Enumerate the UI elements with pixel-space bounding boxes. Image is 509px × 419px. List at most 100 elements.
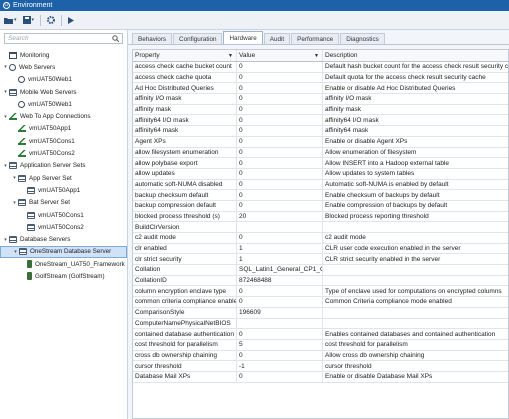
table-row[interactable]: access check cache quota 0 Default quota f… xyxy=(133,72,508,84)
table-row[interactable]: cursor threshold -1 cursor threshold xyxy=(133,361,508,372)
value-cell[interactable]: 1 xyxy=(237,254,323,265)
tree-node[interactable]: ▾ Web To App Connections xyxy=(0,110,127,122)
value-cell[interactable]: 0 xyxy=(237,190,323,200)
tree-node[interactable]: vmUAT50App1 xyxy=(0,184,127,196)
table-row[interactable]: cross db ownership chaining 0 Allow cross … xyxy=(133,350,508,362)
value-cell[interactable] xyxy=(237,318,323,329)
table-row[interactable]: ComparisonStyle 196609 xyxy=(133,307,508,319)
tab-hardware[interactable]: Hardware xyxy=(223,31,263,44)
value-cell[interactable]: 0 xyxy=(237,104,323,115)
value-cell[interactable]: 0 xyxy=(237,179,323,190)
save-menu-button[interactable]: ▾ xyxy=(22,16,34,24)
expand-toggle-icon[interactable]: ▾ xyxy=(12,249,19,255)
tree-node[interactable]: vmUAT50Cons2 xyxy=(0,221,127,233)
tree-node[interactable]: vmUAT50Web1 xyxy=(0,74,127,86)
table-row[interactable]: allow updates 0 Allow updates to system ta… xyxy=(133,168,508,180)
settings-button[interactable] xyxy=(47,16,56,24)
value-cell[interactable]: 872468488 xyxy=(237,275,323,286)
tree-node[interactable]: ▾ OneStream Database Server xyxy=(0,245,127,259)
table-row[interactable]: affinity I/O mask 0 affinity I/O mask xyxy=(133,94,508,105)
tree-node[interactable]: OneStream_UAT50_Framework xyxy=(0,258,127,270)
tab-configuration[interactable]: Configuration xyxy=(173,33,223,44)
expand-toggle-icon[interactable]: ▾ xyxy=(11,175,18,181)
value-column-header[interactable]: Value ▼ xyxy=(237,50,323,61)
value-cell[interactable]: 0 xyxy=(237,62,323,72)
value-cell[interactable]: 0 xyxy=(237,158,323,168)
table-row[interactable]: CollationSQL_Latin1_General_CP1_CI_AS xyxy=(133,265,508,276)
table-row[interactable]: ComputerNamePhysicalNetBIOS xyxy=(133,318,508,330)
filter-icon[interactable]: ▼ xyxy=(314,53,319,59)
folder-menu-button[interactable]: ▾ xyxy=(4,17,17,24)
table-row[interactable]: common criteria compliance enabled 0 Commo… xyxy=(133,297,508,308)
tree-node[interactable]: ▾ Database Servers xyxy=(0,233,127,245)
expand-toggle-icon[interactable]: ▾ xyxy=(2,237,9,243)
value-cell[interactable]: 5 xyxy=(237,339,323,350)
value-cell[interactable]: 0 xyxy=(237,136,323,147)
tree-node[interactable]: vmUAT50Cons1 xyxy=(0,135,127,147)
table-row[interactable]: affinity64 I/O mask 0 affinity64 I/O mask xyxy=(133,115,508,127)
table-row[interactable]: access check cache bucket count 0 Default … xyxy=(133,62,508,73)
table-row[interactable]: affinity mask 0 affinity mask xyxy=(133,104,508,116)
search-input[interactable]: Search xyxy=(4,33,123,44)
value-cell[interactable]: SQL_Latin1_General_CP1_CI_AS xyxy=(237,265,323,275)
value-cell[interactable]: 0 xyxy=(237,126,323,136)
tab-diagnostics[interactable]: Diagnostics xyxy=(340,33,385,44)
table-row[interactable]: allow filesystem enumeration 0 Allow enume… xyxy=(133,147,508,159)
value-cell[interactable]: 0 xyxy=(237,147,323,158)
value-cell[interactable]: 20 xyxy=(237,211,323,222)
tree-node[interactable]: GolfStream (GolfStream) xyxy=(0,270,127,282)
tree-node[interactable]: ▾ Web Servers xyxy=(0,61,127,73)
table-row[interactable]: c2 audit mode 0 c2 audit mode xyxy=(133,233,508,244)
value-cell[interactable] xyxy=(237,222,323,232)
value-cell[interactable]: 0 xyxy=(237,371,323,382)
tab-performance[interactable]: Performance xyxy=(291,33,340,44)
expand-toggle-icon[interactable]: ▾ xyxy=(2,114,9,120)
expand-toggle-icon[interactable]: ▾ xyxy=(2,163,9,169)
table-row[interactable]: backup checksum default 0 Enable checksum … xyxy=(133,190,508,201)
tab-behaviors[interactable]: Behaviors xyxy=(132,33,173,44)
table-row[interactable]: contained database authentication 0 Enable… xyxy=(133,329,508,340)
table-row[interactable]: allow polybase export 0 Allow INSERT into … xyxy=(133,158,508,169)
table-row[interactable]: Agent XPs 0 Enable or disable Agent XPs xyxy=(133,136,508,148)
expand-toggle-icon[interactable]: ▾ xyxy=(2,89,9,95)
value-cell[interactable]: 0 xyxy=(237,233,323,243)
table-row[interactable]: automatic soft-NUMA disabled 0 Automatic s… xyxy=(133,179,508,191)
value-cell[interactable]: 0 xyxy=(237,297,323,307)
table-row[interactable]: column encryption enclave type 0 Type of e… xyxy=(133,286,508,298)
tree-node[interactable]: vmUAT50Cons2 xyxy=(0,147,127,159)
tree-node[interactable]: vmUAT50App1 xyxy=(0,123,127,135)
tree-node[interactable]: vmUAT50Web1 xyxy=(0,98,127,110)
tree-node[interactable]: ▾ Bat Server Set xyxy=(0,197,127,209)
table-row[interactable]: clr enabled 1 CLR user code execution enab… xyxy=(133,243,508,255)
value-cell[interactable]: 0 xyxy=(237,350,323,361)
tree-node[interactable]: vmUAT50Cons1 xyxy=(0,209,127,221)
value-cell[interactable]: 0 xyxy=(237,168,323,179)
table-row[interactable]: cost threshold for parallelism 5 cost thre… xyxy=(133,339,508,351)
tree-node[interactable]: ▾ Application Server Sets xyxy=(0,160,127,172)
description-column-header[interactable]: Description xyxy=(323,50,508,61)
tree-node[interactable]: ▾ App Server Set xyxy=(0,172,127,184)
run-button[interactable] xyxy=(68,16,75,24)
expand-toggle-icon[interactable]: ▾ xyxy=(11,200,18,206)
tree-node[interactable]: ▾ Mobile Web Servers xyxy=(0,86,127,98)
value-cell[interactable]: 0 xyxy=(237,286,323,297)
value-cell[interactable]: 0 xyxy=(237,200,323,211)
value-cell[interactable]: 0 xyxy=(237,72,323,83)
table-row[interactable]: backup compression default 0 Enable compre… xyxy=(133,200,508,212)
tree-node[interactable]: Monitoring xyxy=(0,49,127,61)
table-row[interactable]: Database Mail XPs 0 Enable or disable Data… xyxy=(133,371,508,383)
value-cell[interactable]: 0 xyxy=(237,329,323,339)
value-cell[interactable]: 0 xyxy=(237,94,323,104)
table-row[interactable]: Ad Hoc Distributed Queries 0 Enable or dis… xyxy=(133,83,508,95)
table-row[interactable]: clr strict security 1 CLR strict security … xyxy=(133,254,508,266)
value-cell[interactable]: 196609 xyxy=(237,307,323,318)
value-cell[interactable]: -1 xyxy=(237,361,323,371)
tab-audit[interactable]: Audit xyxy=(263,33,291,44)
value-cell[interactable]: 1 xyxy=(237,243,323,254)
table-row[interactable]: CollationID 872468488 xyxy=(133,275,508,287)
table-row[interactable]: blocked process threshold (s) 20 Blocked p… xyxy=(133,211,508,223)
value-cell[interactable]: 0 xyxy=(237,83,323,94)
filter-icon[interactable]: ▼ xyxy=(228,53,233,59)
value-cell[interactable]: 0 xyxy=(237,115,323,126)
expand-toggle-icon[interactable]: ▾ xyxy=(2,64,9,70)
